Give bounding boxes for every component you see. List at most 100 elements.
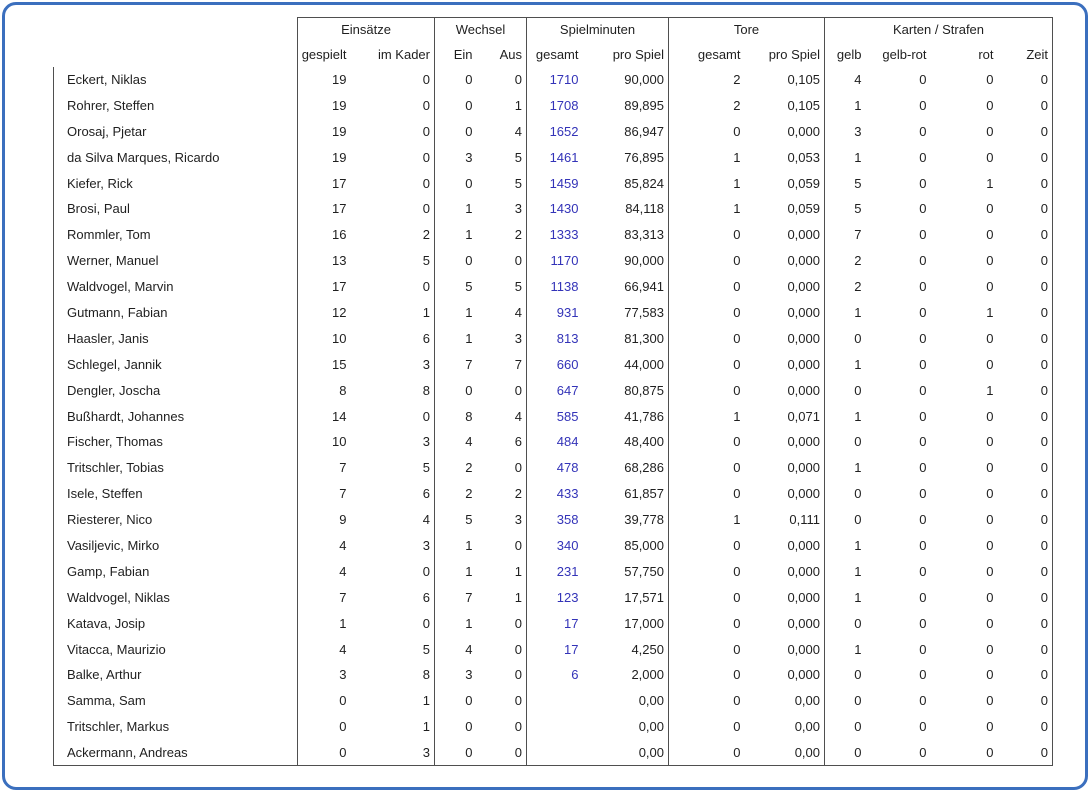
stat-gespielt-cell: 0 bbox=[297, 687, 355, 714]
stat-rot-cell: 0 bbox=[986, 563, 994, 579]
table-row: Waldvogel, Niklas 7 6 7 1 123 17,571 0 0… bbox=[53, 584, 1053, 611]
stat-tore-gesamt-cell: 0 bbox=[668, 377, 749, 404]
stat-gelb-rot-cell: 0 bbox=[919, 460, 927, 476]
stat-aus-cell: 0 bbox=[514, 537, 522, 553]
stat-minuten-pro-spiel-cell: 81,300 bbox=[624, 330, 664, 346]
player-name-cell: Orosaj, Pjetar bbox=[53, 118, 298, 145]
stat-gespielt-cell: 14 bbox=[297, 403, 355, 429]
player-name-cell: Tritschler, Markus bbox=[53, 713, 298, 740]
stat-tore-pro-spiel-cell: 0,105 bbox=[787, 71, 820, 87]
player-name-cell: Riesterer, Nico bbox=[53, 506, 298, 533]
stat-gelb-cell: 7 bbox=[824, 221, 870, 248]
stat-minuten-pro-spiel-cell: 85,824 bbox=[624, 175, 664, 191]
stat-gelb-rot-cell: 0 bbox=[919, 71, 927, 87]
stat-im-kader-cell: 0 bbox=[422, 123, 430, 139]
stat-tore-pro-spiel-cell: 0,000 bbox=[787, 253, 820, 269]
player-statistics-table: Einsätze Wechsel Spielminuten Tore Karte… bbox=[53, 17, 1053, 767]
table-row: Balke, Arthur 3 8 3 0 6 2,000 0 0,000 0 … bbox=[53, 661, 1053, 688]
col-header-aus: Aus bbox=[480, 41, 527, 67]
stat-tore-gesamt-cell: 0 bbox=[668, 532, 749, 559]
group-header-karten-strafen: Karten / Strafen bbox=[824, 17, 1053, 42]
stat-tore-gesamt-cell: 0 bbox=[668, 480, 749, 507]
col-header-im-kader: im Kader bbox=[354, 41, 435, 67]
col-header-ein: Ein bbox=[434, 41, 481, 67]
stat-gespielt-cell: 7 bbox=[297, 584, 355, 611]
stat-gelb-rot-cell: 0 bbox=[919, 279, 927, 295]
stat-gespielt-cell: 7 bbox=[297, 480, 355, 507]
stat-zeit-cell: 0 bbox=[1001, 506, 1053, 533]
stat-minuten-gesamt-cell: 1708 bbox=[526, 92, 587, 119]
stat-zeit-cell: 0 bbox=[1001, 558, 1053, 585]
table-row: Eckert, Niklas 19 0 0 0 1710 90,000 2 0,… bbox=[53, 66, 1053, 93]
stat-gelb-rot-cell: 0 bbox=[919, 201, 927, 217]
stat-aus-cell: 0 bbox=[514, 382, 522, 398]
stat-gelb-cell: 0 bbox=[824, 713, 870, 740]
stat-rot-cell: 0 bbox=[986, 201, 994, 217]
player-name-cell: Ackermann, Andreas bbox=[53, 739, 298, 767]
stat-tore-pro-spiel-cell: 0,000 bbox=[787, 589, 820, 605]
stat-tore-pro-spiel-cell: 0,000 bbox=[787, 434, 820, 450]
stat-tore-gesamt-cell: 0 bbox=[668, 428, 749, 455]
stat-tore-gesamt-cell: 0 bbox=[668, 247, 749, 274]
stat-minuten-pro-spiel-cell: 44,000 bbox=[624, 356, 664, 372]
stat-minuten-gesamt-cell bbox=[526, 687, 587, 714]
player-name-cell: Brosi, Paul bbox=[53, 195, 298, 222]
stat-gelb-cell: 1 bbox=[824, 532, 870, 559]
table-row: Rohrer, Steffen 19 0 0 1 1708 89,895 2 0… bbox=[53, 92, 1053, 119]
stat-im-kader-cell: 3 bbox=[354, 739, 435, 767]
stat-minuten-gesamt-cell: 1333 bbox=[526, 221, 587, 248]
stat-gelb-cell: 5 bbox=[824, 170, 870, 196]
stat-gespielt-cell: 4 bbox=[297, 558, 355, 585]
stat-ein-cell: 2 bbox=[434, 480, 481, 507]
table-body: Eckert, Niklas 19 0 0 0 1710 90,000 2 0,… bbox=[53, 66, 1053, 767]
player-name-cell: Waldvogel, Marvin bbox=[53, 273, 298, 300]
stat-gelb-cell: 1 bbox=[824, 92, 870, 119]
stat-aus-cell: 0 bbox=[514, 615, 522, 631]
stat-gelb-cell: 2 bbox=[824, 247, 870, 274]
stat-gespielt-cell: 0 bbox=[297, 739, 355, 767]
stat-gespielt-cell: 19 bbox=[297, 144, 355, 171]
stat-tore-pro-spiel-cell: 0,105 bbox=[787, 97, 820, 113]
app-window: Einsätze Wechsel Spielminuten Tore Karte… bbox=[2, 2, 1088, 790]
stat-gelb-cell: 1 bbox=[824, 558, 870, 585]
stat-minuten-gesamt-cell bbox=[526, 739, 587, 767]
table-row: Dengler, Joscha 8 8 0 0 647 80,875 0 0,0… bbox=[53, 377, 1053, 404]
table-row: Bußhardt, Johannes 14 0 8 4 585 41,786 1… bbox=[53, 403, 1053, 429]
stat-zeit-cell: 0 bbox=[1001, 325, 1053, 352]
player-name-cell: Vasiljevic, Mirko bbox=[53, 532, 298, 559]
stat-tore-pro-spiel-cell: 0,000 bbox=[787, 227, 820, 243]
stat-rot-cell: 0 bbox=[986, 408, 994, 424]
stat-aus-cell: 4 bbox=[514, 123, 522, 139]
stat-gelb-rot-cell: 0 bbox=[919, 719, 927, 735]
stat-aus-cell: 6 bbox=[514, 434, 522, 450]
stat-rot-cell: 0 bbox=[986, 460, 994, 476]
group-header-wechsel: Wechsel bbox=[434, 17, 527, 42]
stat-ein-cell: 0 bbox=[434, 66, 481, 93]
stat-minuten-gesamt-cell: 6 bbox=[526, 661, 587, 688]
stat-minuten-pro-spiel-cell: 86,947 bbox=[624, 123, 664, 139]
stat-minuten-gesamt-cell: 17 bbox=[526, 610, 587, 637]
stat-gelb-cell: 0 bbox=[824, 687, 870, 714]
table-row: Kiefer, Rick 17 0 0 5 1459 85,824 1 0,05… bbox=[53, 170, 1053, 196]
stat-aus-cell: 5 bbox=[514, 279, 522, 295]
stat-minuten-gesamt-cell bbox=[526, 713, 587, 740]
stat-gelb-rot-cell: 0 bbox=[919, 563, 927, 579]
stat-im-kader-cell: 1 bbox=[422, 304, 430, 320]
stat-aus-cell: 7 bbox=[514, 356, 522, 372]
stat-rot-cell: 1 bbox=[986, 304, 994, 320]
stat-gespielt-cell: 9 bbox=[297, 506, 355, 533]
stat-ein-cell: 7 bbox=[434, 351, 481, 378]
player-name-cell: Fischer, Thomas bbox=[53, 428, 298, 455]
stat-im-kader-cell: 0 bbox=[422, 279, 430, 295]
stat-gespielt-cell: 1 bbox=[297, 610, 355, 637]
stat-zeit-cell: 0 bbox=[1001, 454, 1053, 481]
player-name-cell: da Silva Marques, Ricardo bbox=[53, 144, 298, 171]
stat-zeit-cell: 0 bbox=[1001, 118, 1053, 145]
stat-tore-pro-spiel-cell: 0,00 bbox=[794, 719, 820, 735]
stat-rot-cell: 0 bbox=[986, 615, 994, 631]
col-header-gespielt: gespielt bbox=[297, 41, 355, 67]
stat-tore-pro-spiel-cell: 0,000 bbox=[787, 460, 820, 476]
stat-ein-cell: 8 bbox=[434, 403, 481, 429]
col-header-minuten-pro-spiel: pro Spiel bbox=[586, 41, 669, 67]
stat-gelb-cell: 1 bbox=[824, 403, 870, 429]
